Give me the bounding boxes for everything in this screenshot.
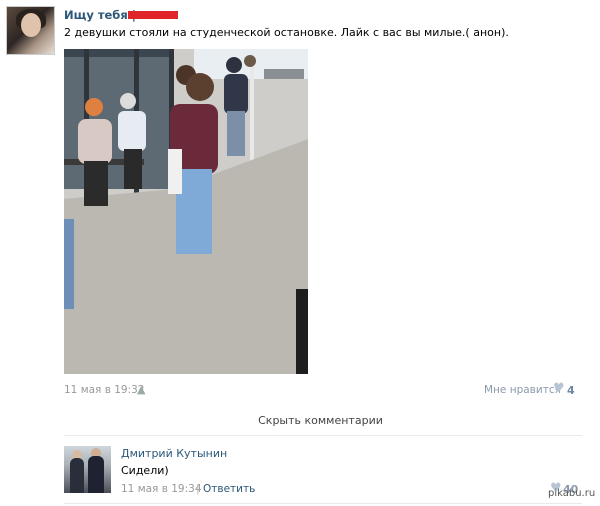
post-text: 2 девушки стояли на студенческой останов… [64,26,509,39]
comment-avatar[interactable] [64,446,111,493]
redaction-bar [128,11,178,19]
comment-text: Сидели) [121,464,169,477]
heart-icon[interactable]: ♥ [553,381,565,396]
author-avatar[interactable] [6,6,55,55]
avatar-face [21,13,41,37]
comment-author-link[interactable]: Дмитрий Кутынин [121,447,227,460]
meta-separator: | [196,483,200,495]
bus-stop-photo [64,49,308,374]
avatar-person-body [88,456,104,493]
reply-link[interactable]: Ответить [203,483,255,495]
post-author-link[interactable]: Ищу тебя | [64,8,136,22]
comment-date-link[interactable]: 11 мая в 19:34 [121,483,202,495]
divider [64,435,582,436]
hide-comments-link[interactable]: Скрыть комментарии [0,414,600,427]
like-count: 4 [567,384,575,397]
divider [64,503,582,504]
post-photo[interactable] [64,49,308,374]
watermark: pikabu.ru [548,488,596,499]
like-label[interactable]: Мне нравится [484,384,561,396]
android-icon: ▲ [137,383,146,396]
avatar-person-body [70,458,84,493]
post-date-link[interactable]: 11 мая в 19:32 [64,384,145,396]
